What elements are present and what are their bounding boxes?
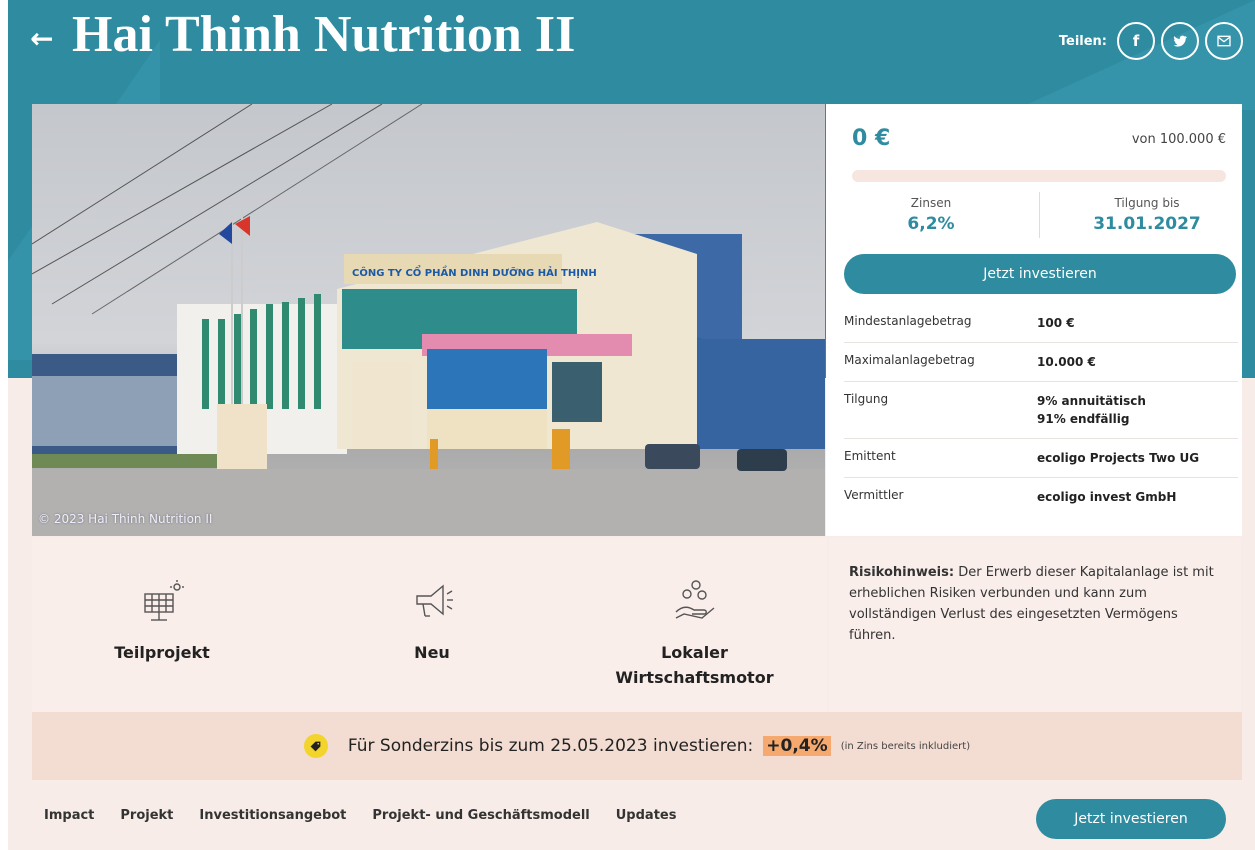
funding-progress-bar: [852, 170, 1226, 182]
detail-value: 100 €: [1037, 316, 1075, 330]
risk-notice: Risikohinweis: Der Erwerb dieser Kapital…: [829, 538, 1241, 712]
feature-label: Neu: [414, 643, 450, 662]
detail-value: ecoligo invest GmbH: [1037, 490, 1177, 504]
twitter-share-button[interactable]: [1161, 22, 1199, 60]
feature-teilprojekt: Teilprojekt: [92, 578, 232, 665]
detail-key: Vermittler: [844, 488, 904, 502]
mail-icon: [1217, 35, 1231, 47]
detail-row: Mindestanlagebetrag 100 €: [844, 304, 1238, 343]
factory-illustration: CÔNG TY CỔ PHẦN DINH DƯỠNG HẢI THỊNH: [32, 104, 825, 536]
coins-hand-icon: [675, 580, 714, 619]
project-features: Teilprojekt Neu Lokaler Wirtschaftsmotor: [32, 538, 827, 712]
megaphone-icon: [416, 584, 453, 617]
share-bar: Teilen: f: [1059, 22, 1243, 60]
raised-amount: 0 €: [852, 126, 891, 151]
facebook-icon: f: [1132, 32, 1140, 50]
stat-divider: [1039, 192, 1040, 238]
detail-value-line: 91% endfällig: [1037, 412, 1130, 426]
feature-label: Lokaler Wirtschaftsmotor: [607, 640, 782, 690]
interest-stat: Zinsen 6,2%: [876, 196, 986, 234]
funding-goal: von 100.000 €: [1131, 132, 1226, 147]
share-label: Teilen:: [1058, 33, 1107, 49]
photo-credit: © 2023 Hai Thinh Nutrition II: [38, 512, 213, 526]
page-title: Hai Thinh Nutrition II: [72, 6, 576, 63]
detail-row: Emittent ecoligo Projects Two UG: [844, 439, 1238, 478]
feature-label: Teilprojekt: [114, 643, 210, 662]
repayment-stat: Tilgung bis 31.01.2027: [1082, 196, 1212, 234]
interest-value: 6,2%: [907, 214, 955, 234]
detail-row: Maximalanlagebetrag 10.000 €: [844, 343, 1238, 382]
detail-row: Tilgung 9% annuitätisch 91% endfällig: [844, 382, 1238, 439]
facebook-share-button[interactable]: f: [1117, 22, 1155, 60]
nav-invest-button[interactable]: Jetzt investieren: [1036, 799, 1226, 839]
detail-key: Mindestanlagebetrag: [844, 314, 972, 328]
page-edge: [0, 0, 8, 850]
section-nav: Impact Projekt Investitionsangebot Proje…: [44, 808, 676, 823]
detail-row: Vermittler ecoligo invest GmbH: [844, 478, 1238, 516]
repayment-value: 31.01.2027: [1093, 214, 1201, 234]
banner-text: Für Sonderzins bis zum 25.05.2023 invest…: [347, 736, 754, 756]
detail-value: ecoligo Projects Two UG: [1037, 451, 1200, 465]
bonus-note: (in Zins bereits inkludiert): [840, 740, 971, 752]
price-tag-icon: [303, 734, 328, 758]
repayment-label: Tilgung bis: [1114, 196, 1180, 210]
risk-title: Risikohinweis:: [849, 565, 955, 580]
investment-details: Mindestanlagebetrag 100 € Maximalanlageb…: [844, 304, 1238, 516]
feature-label-line: Lokaler: [661, 643, 728, 662]
bonus-rate: +0,4%: [763, 736, 831, 756]
detail-key: Tilgung: [844, 392, 889, 406]
nav-item-updates[interactable]: Updates: [616, 808, 677, 823]
twitter-icon: [1173, 35, 1188, 47]
feature-lokaler-wirtschaftsmotor: Lokaler Wirtschaftsmotor: [607, 578, 782, 690]
feature-label-line: Wirtschaftsmotor: [615, 668, 774, 687]
invest-now-button[interactable]: Jetzt investieren: [844, 254, 1236, 294]
back-arrow-icon[interactable]: ←: [30, 22, 53, 55]
feature-neu: Neu: [362, 578, 502, 665]
detail-value: 10.000 €: [1037, 355, 1096, 369]
detail-key: Emittent: [844, 449, 896, 463]
nav-item-projekt[interactable]: Projekt: [120, 808, 173, 823]
detail-value: 9% annuitätisch 91% endfällig: [1037, 392, 1146, 428]
nav-item-impact[interactable]: Impact: [44, 808, 94, 823]
nav-item-investitionsangebot[interactable]: Investitionsangebot: [199, 808, 346, 823]
project-photo: CÔNG TY CỔ PHẦN DINH DƯỠNG HẢI THỊNH © 2…: [32, 104, 825, 536]
solar-panel-icon: [144, 580, 184, 621]
detail-value-line: 9% annuitätisch: [1037, 394, 1146, 408]
mail-share-button[interactable]: [1205, 22, 1243, 60]
investment-card: 0 € von 100.000 € Zinsen 6,2% Tilgung bi…: [826, 104, 1242, 536]
interest-label: Zinsen: [910, 196, 952, 210]
nav-item-geschaeftsmodell[interactable]: Projekt- und Geschäftsmodell: [372, 808, 589, 823]
detail-key: Maximalanlagebetrag: [844, 353, 975, 367]
bonus-interest-banner: Für Sonderzins bis zum 25.05.2023 invest…: [32, 712, 1242, 780]
